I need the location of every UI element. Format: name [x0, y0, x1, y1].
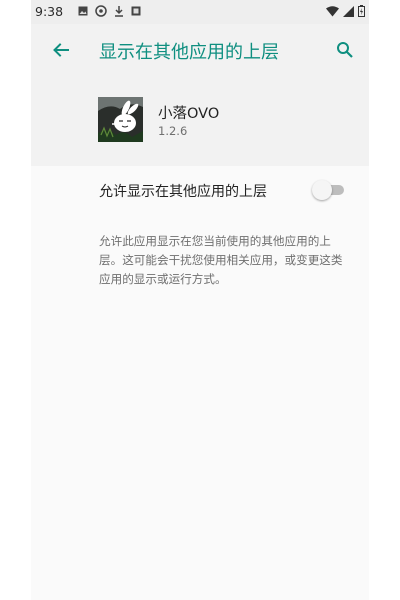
- battery-charging-icon: [358, 5, 365, 17]
- app-icon: [98, 97, 143, 142]
- search-button[interactable]: [331, 36, 359, 64]
- switch-thumb: [312, 180, 332, 200]
- overlay-permission-summary: 允许此应用显示在您当前使用的其他应用的上层。这可能会干扰您使用相关应用，或变更这…: [99, 234, 343, 286]
- download-icon: [115, 6, 123, 17]
- back-button[interactable]: [47, 36, 75, 64]
- page-title: 显示在其他应用的上层: [99, 42, 279, 63]
- status-time: 9:38: [35, 4, 64, 19]
- app-info-header: 小落OVO 1.2.6: [31, 76, 369, 166]
- vpn-key-icon: [95, 5, 107, 17]
- search-icon: [337, 42, 353, 58]
- overlay-permission-row[interactable]: 允许显示在其他应用的上层: [31, 166, 369, 214]
- overlay-permission-switch[interactable]: [312, 180, 344, 200]
- bunny-app-icon: [98, 97, 143, 142]
- app-version: 1.2.6: [158, 124, 188, 138]
- arrow-back-icon: [53, 43, 69, 57]
- status-system-icons: [326, 5, 365, 17]
- notification-icon: [131, 6, 141, 16]
- image-icon: [78, 6, 88, 16]
- wifi-icon: [326, 5, 339, 16]
- app-bar: 显示在其他应用的上层: [31, 24, 369, 76]
- app-name: 小落OVO: [158, 106, 220, 122]
- overlay-permission-title: 允许显示在其他应用的上层: [99, 184, 267, 200]
- status-bar: 9:38: [31, 0, 369, 24]
- status-notification-icons: [78, 5, 141, 17]
- signal-icon: [343, 5, 354, 17]
- settings-screen: 9:38 显示在其他应用的上层 小落OVO 1.2.6 允许显示在其他应用的上层…: [31, 0, 369, 600]
